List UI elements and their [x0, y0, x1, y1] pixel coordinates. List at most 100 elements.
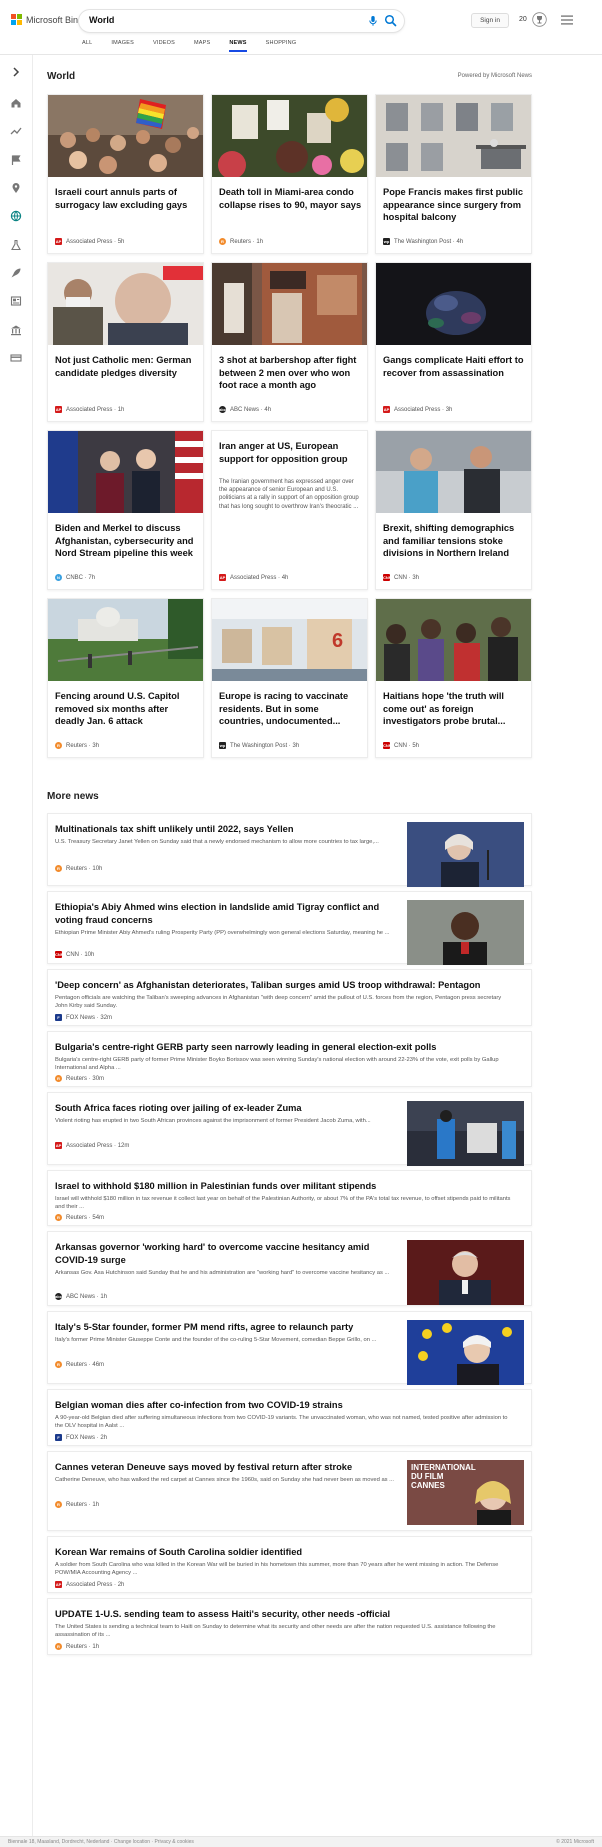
- list-item-title[interactable]: UPDATE 1-U.S. sending team to assess Hai…: [55, 1608, 515, 1621]
- source-name: Reuters: [230, 238, 252, 245]
- list-item[interactable]: Belgian woman dies after co-infection fr…: [47, 1389, 532, 1446]
- source-time: 1h: [92, 1501, 100, 1508]
- trending-icon[interactable]: [10, 125, 22, 137]
- card-title[interactable]: Pope Francis makes first public appearan…: [383, 186, 526, 224]
- list-item[interactable]: South Africa faces rioting over jailing …: [47, 1092, 532, 1166]
- tab-maps[interactable]: MAPS: [194, 40, 210, 52]
- news-card[interactable]: 6 Europe is racing to vaccinate resident…: [211, 598, 368, 758]
- list-item[interactable]: Bulgaria's centre-right GERB party seen …: [47, 1031, 532, 1087]
- footer-location[interactable]: Biennale 18, Maasland, Dordrecht, Nederl…: [8, 1839, 194, 1845]
- list-item-image: [407, 822, 524, 887]
- search-box[interactable]: World: [79, 10, 404, 32]
- tab-videos[interactable]: VIDEOS: [153, 40, 175, 52]
- list-item[interactable]: UPDATE 1-U.S. sending team to assess Hai…: [47, 1598, 532, 1655]
- list-item-title[interactable]: Cannes veteran Deneuve says moved by fes…: [55, 1461, 395, 1474]
- microphone-icon[interactable]: [367, 15, 379, 27]
- list-item[interactable]: Cannes veteran Deneuve says moved by fes…: [47, 1451, 532, 1531]
- news-card[interactable]: Fencing around U.S. Capitol removed six …: [47, 598, 204, 758]
- source-name: Reuters: [66, 865, 88, 872]
- card-image: [376, 431, 531, 513]
- sign-in-button[interactable]: Sign in: [471, 13, 509, 28]
- news-card[interactable]: Gangs complicate Haiti effort to recover…: [375, 262, 532, 422]
- fox-news-logo-icon: F: [55, 1434, 62, 1441]
- news-card[interactable]: Pope Francis makes first public appearan…: [375, 94, 532, 254]
- card-source: AP Associated Press · 1h: [55, 406, 125, 413]
- search-icon[interactable]: [384, 14, 397, 27]
- flag-icon[interactable]: [10, 154, 22, 166]
- list-item[interactable]: Multinationals tax shift unlikely until …: [47, 813, 532, 887]
- source-name: Associated Press: [394, 406, 441, 413]
- search-tabs: ALL IMAGES VIDEOS MAPS NEWS SHOPPING: [82, 40, 296, 52]
- news-card[interactable]: Israeli court annuls parts of surrogacy …: [47, 94, 204, 254]
- card-title[interactable]: Israeli court annuls parts of surrogacy …: [55, 186, 198, 211]
- list-item-title[interactable]: Arkansas governor 'working hard' to over…: [55, 1241, 395, 1266]
- search-input[interactable]: World: [89, 15, 114, 25]
- list-item-snippet: Violent rioting has erupted in two South…: [55, 1118, 371, 1124]
- card-title[interactable]: Not just Catholic men: German candidate …: [55, 354, 198, 379]
- list-item-title[interactable]: South Africa faces rioting over jailing …: [55, 1102, 395, 1115]
- svg-text:6: 6: [332, 630, 343, 652]
- card-title[interactable]: Haitians hope 'the truth will come out' …: [383, 690, 526, 728]
- globe-icon[interactable]: [10, 210, 22, 222]
- card-title[interactable]: Gangs complicate Haiti effort to recover…: [383, 354, 526, 379]
- card-title[interactable]: Death toll in Miami-area condo collapse …: [219, 186, 362, 211]
- list-item-title[interactable]: Belgian woman dies after co-infection fr…: [55, 1399, 515, 1412]
- list-item[interactable]: Korean War remains of South Carolina sol…: [47, 1536, 532, 1593]
- government-building-icon[interactable]: [10, 324, 22, 336]
- list-item-title[interactable]: Korean War remains of South Carolina sol…: [55, 1546, 515, 1559]
- card-title[interactable]: Biden and Merkel to discuss Afghanistan,…: [55, 522, 198, 560]
- powered-by-label[interactable]: Powered by Microsoft News: [458, 73, 532, 79]
- card-title[interactable]: 3 shot at barbershop after fight between…: [219, 354, 362, 392]
- source-name: Associated Press: [66, 1581, 113, 1588]
- tab-shopping[interactable]: SHOPPING: [266, 40, 297, 52]
- expand-sidebar-icon[interactable]: [10, 66, 22, 78]
- hamburger-menu-icon[interactable]: [561, 15, 573, 25]
- list-item-snippet: Israel will withhold $180 million in tax…: [55, 1196, 511, 1211]
- footer-copyright: © 2021 Microsoft: [556, 1839, 594, 1845]
- news-card[interactable]: Not just Catholic men: German candidate …: [47, 262, 204, 422]
- tab-images[interactable]: IMAGES: [111, 40, 134, 52]
- card-source: R Reuters · 3h: [55, 742, 99, 749]
- card-source: AP Associated Press · 3h: [383, 406, 453, 413]
- home-icon[interactable]: [10, 97, 22, 109]
- newspaper-icon[interactable]: [10, 295, 22, 307]
- news-card[interactable]: Iran anger at US, European support for o…: [211, 430, 368, 590]
- card-title[interactable]: Europe is racing to vaccinate residents.…: [219, 690, 362, 728]
- cnn-logo-icon: CNN: [55, 951, 64, 958]
- news-card[interactable]: 3 shot at barbershop after fight between…: [211, 262, 368, 422]
- news-card[interactable]: Haitians hope 'the truth will come out' …: [375, 598, 532, 758]
- list-item[interactable]: Ethiopia's Abiy Ahmed wins election in l…: [47, 891, 532, 965]
- news-card[interactable]: Brexit, shifting demographics and famili…: [375, 430, 532, 590]
- source-name: FOX News: [66, 1014, 96, 1021]
- list-item-title[interactable]: Ethiopia's Abiy Ahmed wins election in l…: [55, 901, 395, 926]
- list-item-snippet: Italy's former Prime Minister Giuseppe C…: [55, 1337, 377, 1343]
- tab-news[interactable]: NEWS: [229, 40, 247, 52]
- rewards-points[interactable]: 20: [519, 16, 527, 23]
- card-source: AP Associated Press · 5h: [55, 238, 125, 245]
- list-item[interactable]: Italy's 5-Star founder, former PM mend r…: [47, 1311, 532, 1385]
- list-item[interactable]: Israel to withhold $180 million in Pales…: [47, 1170, 532, 1226]
- news-card[interactable]: Biden and Merkel to discuss Afghanistan,…: [47, 430, 204, 590]
- source-name: Associated Press: [66, 1142, 113, 1149]
- list-item[interactable]: 'Deep concern' as Afghanistan deteriorat…: [47, 969, 532, 1026]
- list-item-title[interactable]: Israel to withhold $180 million in Pales…: [55, 1180, 515, 1193]
- list-item-title[interactable]: Multinationals tax shift unlikely until …: [55, 823, 395, 836]
- card-source: wp The Washington Post · 3h: [219, 742, 300, 749]
- money-icon[interactable]: [10, 352, 22, 364]
- tab-all[interactable]: ALL: [82, 40, 92, 52]
- rocket-icon[interactable]: [10, 267, 22, 279]
- bing-logo[interactable]: Microsoft Bing: [11, 14, 83, 25]
- list-item-title[interactable]: Bulgaria's centre-right GERB party seen …: [55, 1041, 515, 1054]
- card-title[interactable]: Fencing around U.S. Capitol removed six …: [55, 690, 198, 728]
- news-card[interactable]: Death toll in Miami-area condo collapse …: [211, 94, 368, 254]
- list-item-source: F FOX News · 32m: [55, 1014, 112, 1021]
- list-item[interactable]: Arkansas governor 'working hard' to over…: [47, 1231, 532, 1306]
- card-title[interactable]: Brexit, shifting demographics and famili…: [383, 522, 526, 560]
- rewards-trophy-icon[interactable]: [532, 12, 547, 27]
- list-item-title[interactable]: 'Deep concern' as Afghanistan deteriorat…: [55, 979, 515, 992]
- science-icon[interactable]: [10, 239, 22, 251]
- list-item-title[interactable]: Italy's 5-Star founder, former PM mend r…: [55, 1321, 395, 1334]
- location-pin-icon[interactable]: [10, 182, 22, 194]
- card-title[interactable]: Iran anger at US, European support for o…: [219, 440, 362, 465]
- section-title-world[interactable]: World: [47, 71, 75, 82]
